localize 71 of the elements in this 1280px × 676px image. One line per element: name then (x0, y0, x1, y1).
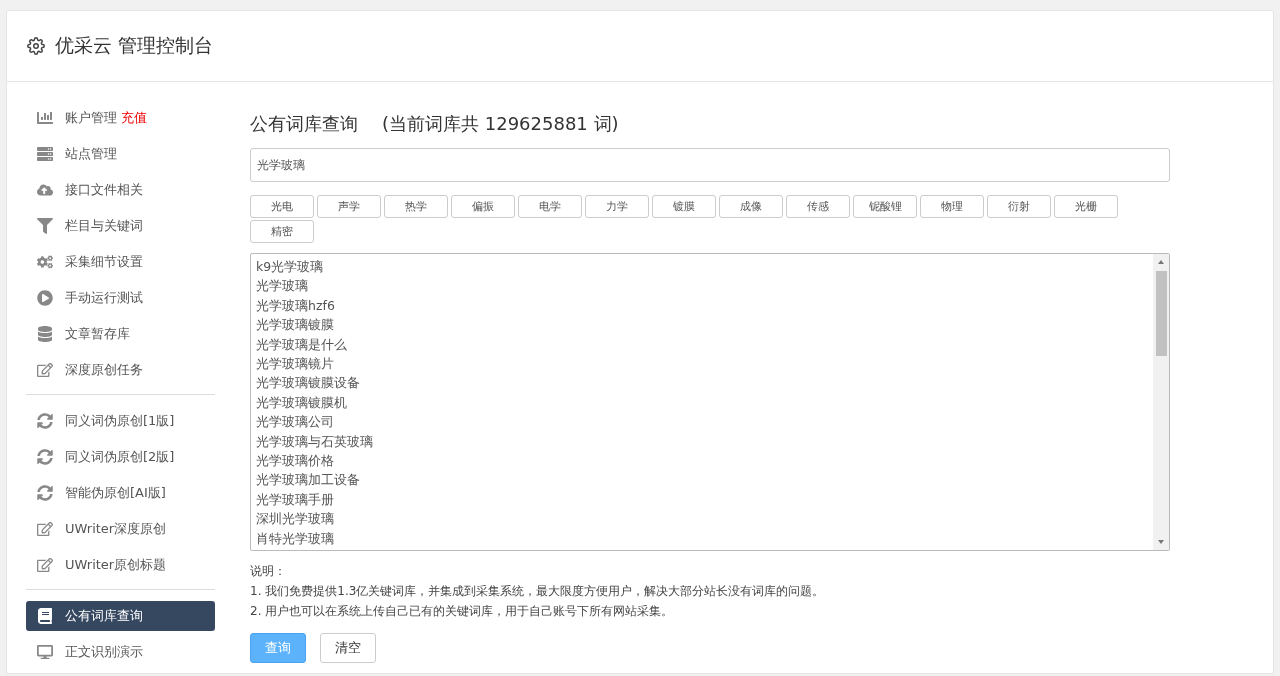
sidebar-item[interactable]: 智能伪原创[AI版] (26, 478, 215, 508)
result-row[interactable]: 光学玻璃手册 (256, 489, 1148, 510)
sidebar-item[interactable]: 站点管理 (26, 139, 215, 169)
sidebar-item[interactable]: 深度原创任务 (26, 355, 215, 385)
refresh-icon (37, 413, 53, 429)
keyword-tag[interactable]: 镀膜 (652, 195, 716, 218)
result-row[interactable]: 光学玻璃与石英玻璃 (256, 431, 1148, 452)
scrollbar-drawing[interactable] (1153, 254, 1169, 550)
word-count: (当前词库共 129625881 词) (382, 112, 619, 136)
sidebar-item[interactable]: UWriter原创标题 (26, 550, 215, 580)
sidebar-item[interactable]: 同义词伪原创[2版] (26, 442, 215, 472)
result-row[interactable]: 光学玻璃价格 (256, 451, 1148, 471)
play-icon (37, 290, 53, 306)
result-row[interactable]: 光学玻璃镀膜 (256, 315, 1148, 335)
monitor-icon (37, 644, 53, 660)
sidebar-item[interactable]: 账户管理 充值 (26, 103, 215, 133)
keyword-tag[interactable]: 力学 (585, 195, 649, 218)
result-row[interactable]: 光学玻璃镜片 (256, 354, 1148, 374)
notes-title: 说明： (250, 563, 287, 580)
sidebar-item[interactable]: 公有词库查询 (26, 601, 215, 631)
keyword-tag[interactable]: 衍射 (987, 195, 1051, 218)
sidebar-item[interactable]: 接口文件相关 (26, 175, 215, 205)
keyword-tag[interactable]: 物理 (920, 195, 984, 218)
cloud-upload-icon (37, 182, 53, 198)
console-title: 优采云 管理控制台 (55, 33, 214, 58)
bar-chart-icon (37, 110, 53, 126)
sidebar-item[interactable]: 手动运行测试 (26, 283, 215, 313)
results-list[interactable]: k9光学玻璃 光学玻璃 光学玻璃hzf6 光学玻璃镀膜 光学玻璃是什么 光学玻璃镜片 光学玻璃镀膜设备 光学玻璃镀膜机 光学玻璃公司 光学玻璃与石英玻璃 光学玻璃价格 光学玻璃加工设备 光学玻璃手册 深圳光学玻璃 肖特光学玻璃 (250, 253, 1170, 551)
refresh-icon (37, 485, 53, 501)
edit-icon (37, 362, 53, 378)
book-icon (37, 608, 53, 624)
note-text: 2. 用户也可以在系统上传自己已有的关键词库，用于自己账号下所有网站采集。 (250, 603, 675, 620)
refresh-icon (37, 449, 53, 465)
keyword-tag[interactable]: 传感 (786, 195, 850, 218)
page-title: 公有词库查询 (250, 112, 358, 136)
gears-icon (37, 254, 53, 270)
keyword-tag[interactable]: 成像 (719, 195, 783, 218)
clear-button[interactable]: 清空 (320, 633, 376, 663)
search-field[interactable]: 光学玻璃 (250, 148, 1170, 182)
edit-icon (37, 557, 53, 573)
result-row[interactable]: k9光学玻璃 (256, 257, 1148, 277)
keyword-tag[interactable]: 光电 (250, 195, 314, 218)
server-icon (37, 146, 53, 162)
keyword-tag[interactable]: 电学 (518, 195, 582, 218)
result-row[interactable]: 深圳光学玻璃 (256, 509, 1148, 529)
result-row[interactable]: 肖特光学玻璃 (256, 528, 1148, 549)
keyword-tag[interactable]: 精密 (250, 220, 314, 243)
note-text: 1. 我们免费提供1.3亿关键词库，并集成到采集系统，最大限度方便用户，解决大部分站长没有词库的问题。 (250, 583, 826, 600)
result-row[interactable]: 光学玻璃 (256, 276, 1148, 296)
settings-icon (27, 37, 45, 55)
sidebar-item[interactable]: UWriter深度原创 (26, 514, 215, 544)
result-row[interactable]: 光学玻璃镀膜设备 (256, 373, 1148, 393)
keyword-tag[interactable]: 铌酸锂 (853, 195, 917, 218)
keyword-tag[interactable]: 热学 (384, 195, 448, 218)
edit-icon (37, 521, 53, 537)
result-row[interactable]: 光学玻璃加工设备 (256, 470, 1148, 490)
recharge-link[interactable]: 充值 (121, 109, 147, 127)
sidebar-item[interactable]: 同义词伪原创[1版] (26, 406, 215, 436)
sidebar-item[interactable]: 栏目与关键词 (26, 211, 215, 241)
sidebar-item[interactable]: 正文识别演示 (26, 637, 215, 667)
keyword-tag[interactable]: 光栅 (1054, 195, 1118, 218)
database-icon (37, 326, 53, 342)
keyword-tag[interactable]: 偏振 (451, 195, 515, 218)
filter-icon (37, 218, 53, 234)
result-row[interactable]: 光学玻璃hzf6 (256, 295, 1148, 316)
sidebar-item[interactable]: 文章暂存库 (26, 319, 215, 349)
result-row[interactable]: 光学玻璃是什么 (256, 334, 1148, 355)
result-row[interactable]: 光学玻璃镀膜机 (256, 392, 1148, 413)
keyword-tag[interactable]: 声学 (317, 195, 381, 218)
sidebar-item[interactable]: 采集细节设置 (26, 247, 215, 277)
result-row[interactable]: 光学玻璃公司 (256, 412, 1148, 432)
